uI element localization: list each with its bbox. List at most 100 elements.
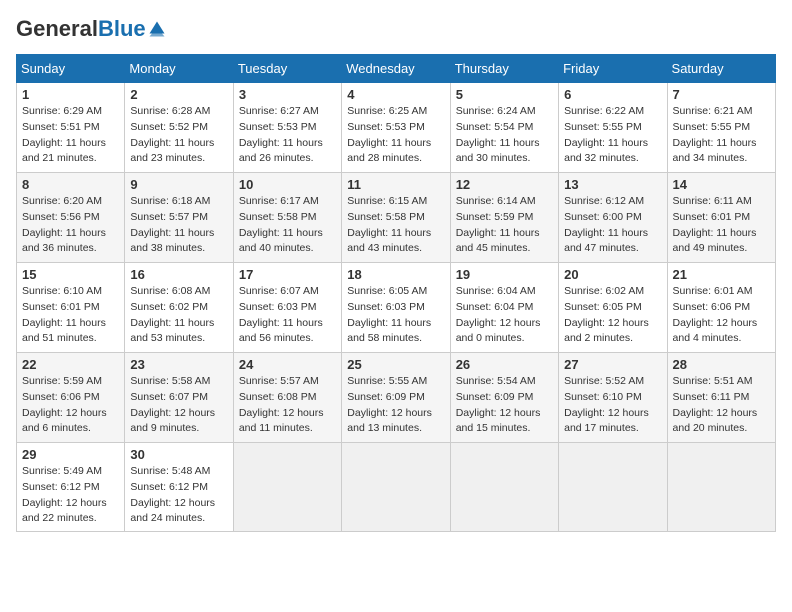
day-number: 9 <box>130 177 227 192</box>
calendar-cell: 14 Sunrise: 6:11 AMSunset: 6:01 PMDayligh… <box>667 173 775 263</box>
day-number: 15 <box>22 267 119 282</box>
calendar-cell <box>667 443 775 532</box>
calendar-week-row: 8 Sunrise: 6:20 AMSunset: 5:56 PMDaylight… <box>17 173 776 263</box>
calendar-cell: 24 Sunrise: 5:57 AMSunset: 6:08 PMDayligh… <box>233 353 341 443</box>
day-info: Sunrise: 6:27 AMSunset: 5:53 PMDaylight:… <box>239 104 336 167</box>
calendar-cell: 26 Sunrise: 5:54 AMSunset: 6:09 PMDayligh… <box>450 353 558 443</box>
calendar-week-row: 22Sunrise: 5:59 AMSunset: 6:06 PMDayligh… <box>17 353 776 443</box>
calendar-cell: 5Sunrise: 6:24 AMSunset: 5:54 PMDaylight… <box>450 83 558 173</box>
day-number: 14 <box>673 177 770 192</box>
day-info: Sunrise: 6:28 AMSunset: 5:52 PMDaylight:… <box>130 104 227 167</box>
day-info: Sunrise: 5:54 AMSunset: 6:09 PMDaylight:… <box>456 374 553 437</box>
calendar-cell: 17Sunrise: 6:07 AMSunset: 6:03 PMDayligh… <box>233 263 341 353</box>
day-info: Sunrise: 6:22 AMSunset: 5:55 PMDaylight:… <box>564 104 661 167</box>
day-number: 6 <box>564 87 661 102</box>
calendar-cell <box>342 443 450 532</box>
day-info: Sunrise: 5:58 AMSunset: 6:07 PMDaylight:… <box>130 374 227 437</box>
calendar-cell: 20Sunrise: 6:02 AMSunset: 6:05 PMDayligh… <box>559 263 667 353</box>
calendar-cell: 2 Sunrise: 6:28 AMSunset: 5:52 PMDaylight… <box>125 83 233 173</box>
calendar-cell: 3 Sunrise: 6:27 AMSunset: 5:53 PMDaylight… <box>233 83 341 173</box>
calendar-cell <box>559 443 667 532</box>
calendar-cell: 12 Sunrise: 6:14 AMSunset: 5:59 PMDayligh… <box>450 173 558 263</box>
calendar-cell: 6 Sunrise: 6:22 AMSunset: 5:55 PMDaylight… <box>559 83 667 173</box>
day-info: Sunrise: 6:15 AMSunset: 5:58 PMDaylight:… <box>347 194 444 257</box>
day-info: Sunrise: 6:05 AMSunset: 6:03 PMDaylight:… <box>347 284 444 347</box>
day-info: Sunrise: 5:48 AMSunset: 6:12 PMDaylight:… <box>130 464 227 527</box>
day-number: 16 <box>130 267 227 282</box>
weekday-header-row: SundayMondayTuesdayWednesdayThursdayFrid… <box>17 55 776 83</box>
calendar-cell: 4Sunrise: 6:25 AMSunset: 5:53 PMDaylight… <box>342 83 450 173</box>
day-info: Sunrise: 5:55 AMSunset: 6:09 PMDaylight:… <box>347 374 444 437</box>
calendar-cell: 15Sunrise: 6:10 AMSunset: 6:01 PMDayligh… <box>17 263 125 353</box>
calendar-cell: 28 Sunrise: 5:51 AMSunset: 6:11 PMDayligh… <box>667 353 775 443</box>
calendar-cell <box>233 443 341 532</box>
day-number: 7 <box>673 87 770 102</box>
day-info: Sunrise: 6:11 AMSunset: 6:01 PMDaylight:… <box>673 194 770 257</box>
calendar-cell: 1 Sunrise: 6:29 AMSunset: 5:51 PMDaylight… <box>17 83 125 173</box>
calendar-cell: 25 Sunrise: 5:55 AMSunset: 6:09 PMDayligh… <box>342 353 450 443</box>
day-number: 3 <box>239 87 336 102</box>
day-number: 25 <box>347 357 444 372</box>
calendar-cell: 9Sunrise: 6:18 AMSunset: 5:57 PMDaylight… <box>125 173 233 263</box>
calendar-cell: 21 Sunrise: 6:01 AMSunset: 6:06 PMDayligh… <box>667 263 775 353</box>
day-info: Sunrise: 5:49 AMSunset: 6:12 PMDaylight:… <box>22 464 119 527</box>
calendar-cell: 10 Sunrise: 6:17 AMSunset: 5:58 PMDayligh… <box>233 173 341 263</box>
calendar-cell: 11 Sunrise: 6:15 AMSunset: 5:58 PMDayligh… <box>342 173 450 263</box>
calendar-cell: 16 Sunrise: 6:08 AMSunset: 6:02 PMDayligh… <box>125 263 233 353</box>
calendar-cell: 22Sunrise: 5:59 AMSunset: 6:06 PMDayligh… <box>17 353 125 443</box>
calendar-table: SundayMondayTuesdayWednesdayThursdayFrid… <box>16 54 776 532</box>
weekday-header: Sunday <box>17 55 125 83</box>
weekday-header: Friday <box>559 55 667 83</box>
day-info: Sunrise: 6:04 AMSunset: 6:04 PMDaylight:… <box>456 284 553 347</box>
day-number: 26 <box>456 357 553 372</box>
day-number: 19 <box>456 267 553 282</box>
calendar-cell: 23 Sunrise: 5:58 AMSunset: 6:07 PMDayligh… <box>125 353 233 443</box>
calendar-week-row: 1 Sunrise: 6:29 AMSunset: 5:51 PMDaylight… <box>17 83 776 173</box>
calendar-cell: 27Sunrise: 5:52 AMSunset: 6:10 PMDayligh… <box>559 353 667 443</box>
day-number: 11 <box>347 177 444 192</box>
day-info: Sunrise: 5:51 AMSunset: 6:11 PMDaylight:… <box>673 374 770 437</box>
calendar-cell: 7 Sunrise: 6:21 AMSunset: 5:55 PMDaylight… <box>667 83 775 173</box>
logo: GeneralBlue <box>16 16 166 42</box>
day-number: 20 <box>564 267 661 282</box>
day-info: Sunrise: 5:57 AMSunset: 6:08 PMDaylight:… <box>239 374 336 437</box>
calendar-cell: 13 Sunrise: 6:12 AMSunset: 6:00 PMDayligh… <box>559 173 667 263</box>
day-number: 21 <box>673 267 770 282</box>
calendar-cell: 19 Sunrise: 6:04 AMSunset: 6:04 PMDayligh… <box>450 263 558 353</box>
day-number: 1 <box>22 87 119 102</box>
weekday-header: Wednesday <box>342 55 450 83</box>
calendar-cell: 8 Sunrise: 6:20 AMSunset: 5:56 PMDaylight… <box>17 173 125 263</box>
day-info: Sunrise: 6:21 AMSunset: 5:55 PMDaylight:… <box>673 104 770 167</box>
day-info: Sunrise: 5:52 AMSunset: 6:10 PMDaylight:… <box>564 374 661 437</box>
day-number: 10 <box>239 177 336 192</box>
day-number: 30 <box>130 447 227 462</box>
day-info: Sunrise: 6:29 AMSunset: 5:51 PMDaylight:… <box>22 104 119 167</box>
calendar-week-row: 29 Sunrise: 5:49 AMSunset: 6:12 PMDayligh… <box>17 443 776 532</box>
day-info: Sunrise: 6:25 AMSunset: 5:53 PMDaylight:… <box>347 104 444 167</box>
day-number: 28 <box>673 357 770 372</box>
weekday-header: Monday <box>125 55 233 83</box>
day-info: Sunrise: 6:17 AMSunset: 5:58 PMDaylight:… <box>239 194 336 257</box>
day-number: 23 <box>130 357 227 372</box>
day-info: Sunrise: 6:24 AMSunset: 5:54 PMDaylight:… <box>456 104 553 167</box>
day-info: Sunrise: 6:20 AMSunset: 5:56 PMDaylight:… <box>22 194 119 257</box>
calendar-week-row: 15Sunrise: 6:10 AMSunset: 6:01 PMDayligh… <box>17 263 776 353</box>
day-number: 12 <box>456 177 553 192</box>
calendar-cell: 30 Sunrise: 5:48 AMSunset: 6:12 PMDayligh… <box>125 443 233 532</box>
day-number: 8 <box>22 177 119 192</box>
calendar-cell: 29 Sunrise: 5:49 AMSunset: 6:12 PMDayligh… <box>17 443 125 532</box>
day-info: Sunrise: 5:59 AMSunset: 6:06 PMDaylight:… <box>22 374 119 437</box>
day-number: 29 <box>22 447 119 462</box>
day-number: 2 <box>130 87 227 102</box>
day-info: Sunrise: 6:12 AMSunset: 6:00 PMDaylight:… <box>564 194 661 257</box>
day-info: Sunrise: 6:07 AMSunset: 6:03 PMDaylight:… <box>239 284 336 347</box>
day-number: 24 <box>239 357 336 372</box>
logo-general: GeneralBlue <box>16 16 146 42</box>
calendar-cell: 18Sunrise: 6:05 AMSunset: 6:03 PMDayligh… <box>342 263 450 353</box>
day-info: Sunrise: 6:01 AMSunset: 6:06 PMDaylight:… <box>673 284 770 347</box>
day-number: 13 <box>564 177 661 192</box>
day-info: Sunrise: 6:14 AMSunset: 5:59 PMDaylight:… <box>456 194 553 257</box>
day-info: Sunrise: 6:08 AMSunset: 6:02 PMDaylight:… <box>130 284 227 347</box>
weekday-header: Saturday <box>667 55 775 83</box>
logo-icon <box>148 20 166 38</box>
